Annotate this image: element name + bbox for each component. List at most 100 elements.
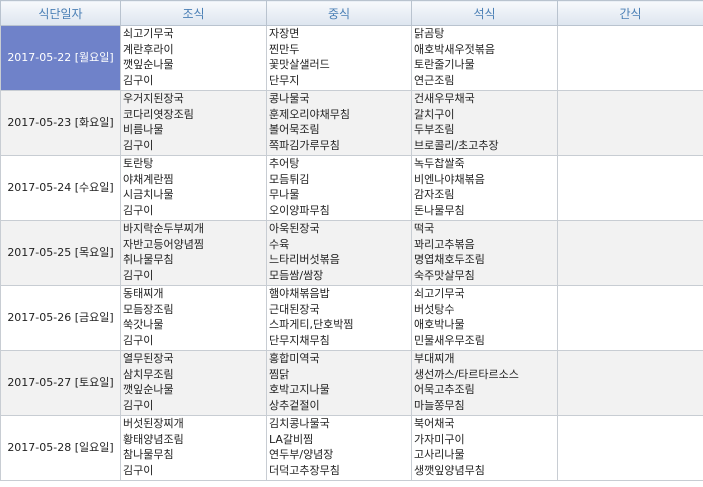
menu-item: 쇠고기무국 (123, 27, 174, 40)
dinner-cell[interactable]: 닭곰탕 애호박새우젓볶음 토란줄기나물 연근조림 (411, 25, 558, 91)
menu-item: 떡국 (414, 222, 435, 235)
menu-item: 자반고등어양념찜 (123, 237, 204, 251)
lunch-cell[interactable]: 추어탕모듬튀김무나물오이양파무침 (266, 155, 412, 221)
snack-cell[interactable] (557, 25, 703, 91)
menu-item: 두부조림 (414, 123, 455, 136)
dinner-cell[interactable]: 부대찌개생선까스/타르타르소스어묵고추조림마늘쫑무침 (411, 350, 558, 416)
header-date[interactable]: 식단일자 (0, 0, 121, 26)
menu-item: 쇠고기무국 (414, 287, 465, 300)
menu-item: 애호박새우젓볶음 (414, 42, 495, 56)
menu-item: 삼치무조림 (123, 367, 174, 381)
menu-item: 단무지 (269, 73, 300, 87)
snack-cell[interactable] (557, 220, 703, 286)
menu-item: 가자미구이 (414, 432, 465, 446)
table-row[interactable]: 2017-05-22 [월요일] 쇠고기무국 계란후라이 깻잎순나물 김구이 자장면 찐만두… (0, 25, 703, 91)
date-cell[interactable]: 2017-05-27 [토요일] (0, 350, 121, 416)
menu-item: 토란탕 (123, 157, 154, 170)
menu-item: 김구이 (123, 463, 154, 477)
menu-item: 애호박나물 (414, 318, 465, 331)
date-cell[interactable]: 2017-05-22 [월요일] (0, 25, 121, 91)
menu-item: 취나물무침 (123, 253, 174, 266)
menu-item: 찜닭 (269, 367, 290, 381)
menu-item: 연근조림 (414, 73, 455, 87)
menu-item: 민물새우무조림 (414, 333, 485, 347)
menu-item: 추어탕 (269, 157, 300, 170)
lunch-cell[interactable]: 자장면 찐만두 꽃맛살샐러드 단무지 (266, 25, 412, 91)
menu-item: 김구이 (123, 333, 154, 347)
menu-item: 햄야채볶음밥 (269, 287, 330, 300)
snack-cell[interactable] (557, 285, 703, 351)
menu-item: 어묵고추조림 (414, 383, 475, 396)
table-row[interactable]: 2017-05-25 [목요일] 바지락순두부찌개 자반고등어양념찜 취나물무침 김구이… (0, 220, 703, 286)
lunch-cell[interactable]: 김치콩나물국 LA갈비찜 연두부/양념장 더덕고추장무침 (266, 415, 412, 481)
breakfast-cell[interactable]: 바지락순두부찌개 자반고등어양념찜 취나물무침 김구이 (120, 220, 267, 286)
menu-item: 깻잎순나물 (123, 58, 174, 71)
snack-cell[interactable] (557, 350, 703, 416)
menu-item: 단무지채무침 (269, 333, 330, 347)
menu-item: 찐만두 (269, 42, 300, 56)
breakfast-cell[interactable]: 쇠고기무국계란후라이깻잎순나물김구이 (120, 25, 267, 91)
breakfast-cell[interactable]: 우거지된장국 코다리엿장조림 비름나물 김구이 (120, 90, 267, 156)
date-cell[interactable]: 2017-05-23 [화요일] (0, 90, 121, 156)
breakfast-cell[interactable]: 열무된장국 삼치무조림 깻잎순나물 김구이 (120, 350, 267, 416)
snack-cell[interactable] (557, 155, 703, 221)
lunch-cell[interactable]: 아욱된장국 수육 느타리버섯볶음 모듬쌈/쌈장 (266, 220, 412, 286)
breakfast-cell[interactable]: 버섯된장찌개 황태양념조림 참나물무침 김구이 (120, 415, 267, 481)
breakfast-cell[interactable]: 토란탕 야채계란찜 시금치나물 김구이 (120, 155, 267, 221)
menu-item: 꽈리고추볶음 (414, 237, 475, 251)
date-cell[interactable]: 2017-05-24 [수요일] (0, 155, 121, 221)
date-cell[interactable]: 2017-05-26 [금요일] (0, 285, 121, 351)
menu-item: 참나물무침 (123, 448, 174, 461)
lunch-cell[interactable]: 홍합미역국 찜닭 호박고지나물 상추겉절이 (266, 350, 412, 416)
header-snack[interactable]: 간식 (557, 0, 703, 26)
menu-item: 볼어묵조림 (269, 123, 320, 136)
dinner-cell[interactable]: 북어채국 가자미구이 고사리나물 생깻잎양념무침 (411, 415, 558, 481)
breakfast-cell[interactable]: 동태찌개 모듬장조림 쑥갓나물 김구이 (120, 285, 267, 351)
table-row[interactable]: 2017-05-26 [금요일] 동태찌개 모듬장조림 쑥갓나물 김구이 햄야채볶음밥 근대… (0, 285, 703, 351)
snack-cell[interactable] (557, 415, 703, 481)
table-row[interactable]: 2017-05-23 [화요일] 우거지된장국 코다리엿장조림 비름나물 김구이 콩나물국… (0, 90, 703, 156)
lunch-cell[interactable]: 햄야채볶음밥 근대된장국 스파게티,단호박찜 단무지채무침 (266, 285, 412, 351)
menu-item: 황태양념조림 (123, 432, 184, 446)
menu-item: 숙주맛살무침 (414, 268, 475, 282)
menu-item: 더덕고추장무침 (269, 463, 340, 477)
dinner-cell[interactable]: 떡국꽈리고추볶음명엽채호두조림숙주맛살무침 (411, 220, 558, 286)
dinner-cell[interactable]: 녹두찹쌀죽 비엔나야채볶음 감자조림 돈나물무침 (411, 155, 558, 221)
menu-item: 쑥갓나물 (123, 318, 164, 331)
menu-item: 김치콩나물국 (269, 417, 330, 430)
header-lunch[interactable]: 중식 (266, 0, 412, 26)
menu-item: 모듬장조림 (123, 302, 174, 316)
menu-item: 무나물 (269, 188, 300, 201)
menu-item: 건새우무채국 (414, 92, 475, 105)
menu-item: 생선까스/타르타르소스 (414, 367, 519, 381)
menu-item: 김구이 (123, 398, 154, 412)
menu-item: 브로콜리/초고추장 (414, 138, 499, 152)
menu-item: 계란후라이 (123, 42, 174, 56)
menu-item: 모듬튀김 (269, 172, 310, 186)
menu-item: LA갈비찜 (269, 432, 314, 446)
menu-item: 근대된장국 (269, 302, 320, 316)
table-row[interactable]: 2017-05-27 [토요일] 열무된장국 삼치무조림 깻잎순나물 김구이 홍합미역국 찜… (0, 350, 703, 416)
menu-item: 오이양파무침 (269, 203, 330, 217)
table-header-row: 식단일자 조식 중식 석식 간식 (0, 0, 703, 26)
date-cell[interactable]: 2017-05-25 [목요일] (0, 220, 121, 286)
dinner-cell[interactable]: 쇠고기무국 버섯탕수 애호박나물 민물새우무조림 (411, 285, 558, 351)
menu-item: 마늘쫑무침 (414, 398, 465, 412)
table-row[interactable]: 2017-05-24 [수요일] 토란탕 야채계란찜 시금치나물 김구이 추어탕 모듬튀김 무… (0, 155, 703, 221)
meal-plan-table: 식단일자 조식 중식 석식 간식 2017-05-22 [월요일] 쇠고기무국 계란… (0, 0, 703, 481)
menu-item: 돈나물무침 (414, 203, 465, 217)
dinner-cell[interactable]: 건새우무채국 갈치구이 두부조림 브로콜리/초고추장 (411, 90, 558, 156)
menu-item: 시금치나물 (123, 188, 174, 201)
snack-cell[interactable] (557, 90, 703, 156)
menu-item: 자장면 (269, 27, 300, 40)
menu-item: 부대찌개 (414, 352, 455, 365)
table-row[interactable]: 2017-05-28 [일요일] 버섯된장찌개 황태양념조림 참나물무침 김구이 김치콩나… (0, 415, 703, 481)
date-cell[interactable]: 2017-05-28 [일요일] (0, 415, 121, 481)
menu-item: 깻잎순나물 (123, 383, 174, 396)
menu-item: 야채계란찜 (123, 172, 174, 186)
header-breakfast[interactable]: 조식 (120, 0, 267, 26)
menu-item: 명엽채호두조림 (414, 253, 485, 266)
lunch-cell[interactable]: 콩나물국 훈제오리야채무침 볼어묵조림 쪽파김가루무침 (266, 90, 412, 156)
menu-item: 김구이 (123, 73, 154, 87)
header-dinner[interactable]: 석식 (411, 0, 558, 26)
